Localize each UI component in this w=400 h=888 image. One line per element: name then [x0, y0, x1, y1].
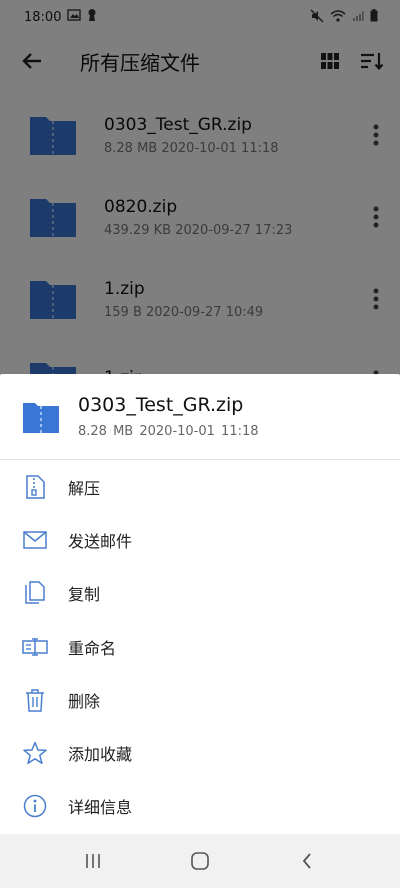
- menu-item-label: 添加收藏: [68, 745, 133, 765]
- home-icon[interactable]: [180, 841, 220, 881]
- delete-action[interactable]: 删除: [0, 673, 400, 726]
- sheet-file-details: 8.28 MB 2020-10-01 11:18: [78, 424, 259, 439]
- system-nav-bar: [0, 834, 400, 888]
- copy-action[interactable]: 复制: [0, 567, 400, 620]
- zip-icon: [22, 474, 48, 500]
- menu-item-label: 重命名: [68, 638, 117, 658]
- copy-icon: [22, 580, 48, 606]
- recent-apps-icon[interactable]: [73, 841, 113, 881]
- mail-icon: [22, 527, 48, 553]
- file-actions-sheet: 0303_Test_GR.zip 8.28 MB 2020-10-01 11:1…: [0, 374, 400, 834]
- menu-item-label: 删除: [68, 691, 101, 711]
- info-icon: [22, 793, 48, 819]
- menu-item-label: 详细信息: [68, 798, 133, 818]
- zip-folder-icon: [23, 402, 59, 433]
- back-icon[interactable]: [287, 841, 327, 881]
- menu-item-label: 发送邮件: [68, 531, 133, 551]
- menu-item-label: 复制: [68, 585, 101, 605]
- add-favorite-action[interactable]: 添加收藏: [0, 726, 400, 779]
- details-action[interactable]: 详细信息: [0, 780, 400, 833]
- sheet-header: 0303_Test_GR.zip 8.28 MB 2020-10-01 11:1…: [0, 374, 400, 460]
- trash-icon: [22, 687, 48, 713]
- send-email-action[interactable]: 发送邮件: [0, 513, 400, 566]
- rename-action[interactable]: 重命名: [0, 620, 400, 673]
- star-icon: [22, 740, 48, 766]
- extract-action[interactable]: 解压: [0, 460, 400, 513]
- rename-icon: [22, 634, 48, 660]
- menu-item-label: 解压: [68, 478, 101, 498]
- sheet-file-name: 0303_Test_GR.zip: [78, 394, 244, 416]
